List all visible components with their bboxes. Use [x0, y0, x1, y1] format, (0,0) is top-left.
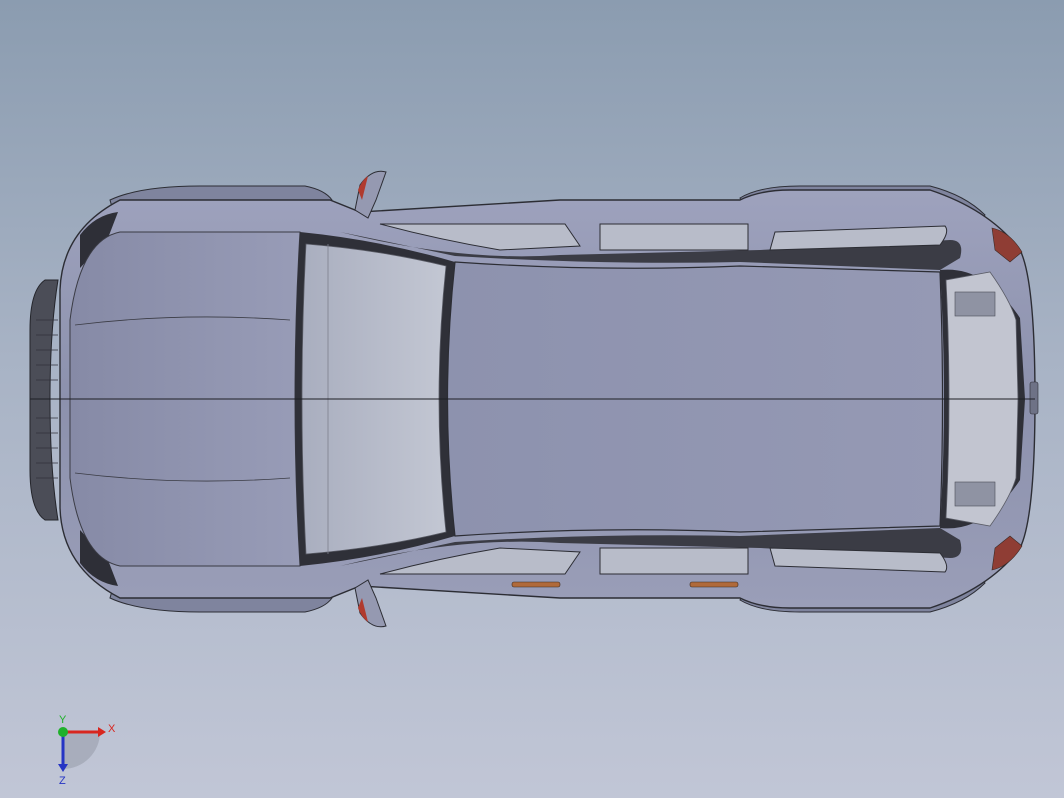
car-model[interactable]: [0, 0, 1064, 798]
y-axis-label: Y: [59, 714, 67, 726]
y-axis-dot: [58, 727, 68, 737]
rear-wiper-upper: [954, 291, 996, 317]
rear-wiper-lower: [954, 481, 996, 507]
left-window-1: [599, 223, 749, 251]
door-handle-1: [511, 581, 561, 588]
x-axis-label: X: [108, 723, 116, 735]
z-axis-label: Z: [59, 775, 66, 787]
orientation-triad: X Y Z: [58, 714, 116, 787]
triad-shade: [63, 732, 100, 769]
door-handle-2: [689, 581, 739, 588]
front-bumper: [29, 279, 59, 521]
graphics-viewport[interactable]: X Y Z: [0, 0, 1064, 798]
rear-badge: [1029, 381, 1039, 415]
right-window-1: [599, 547, 749, 575]
